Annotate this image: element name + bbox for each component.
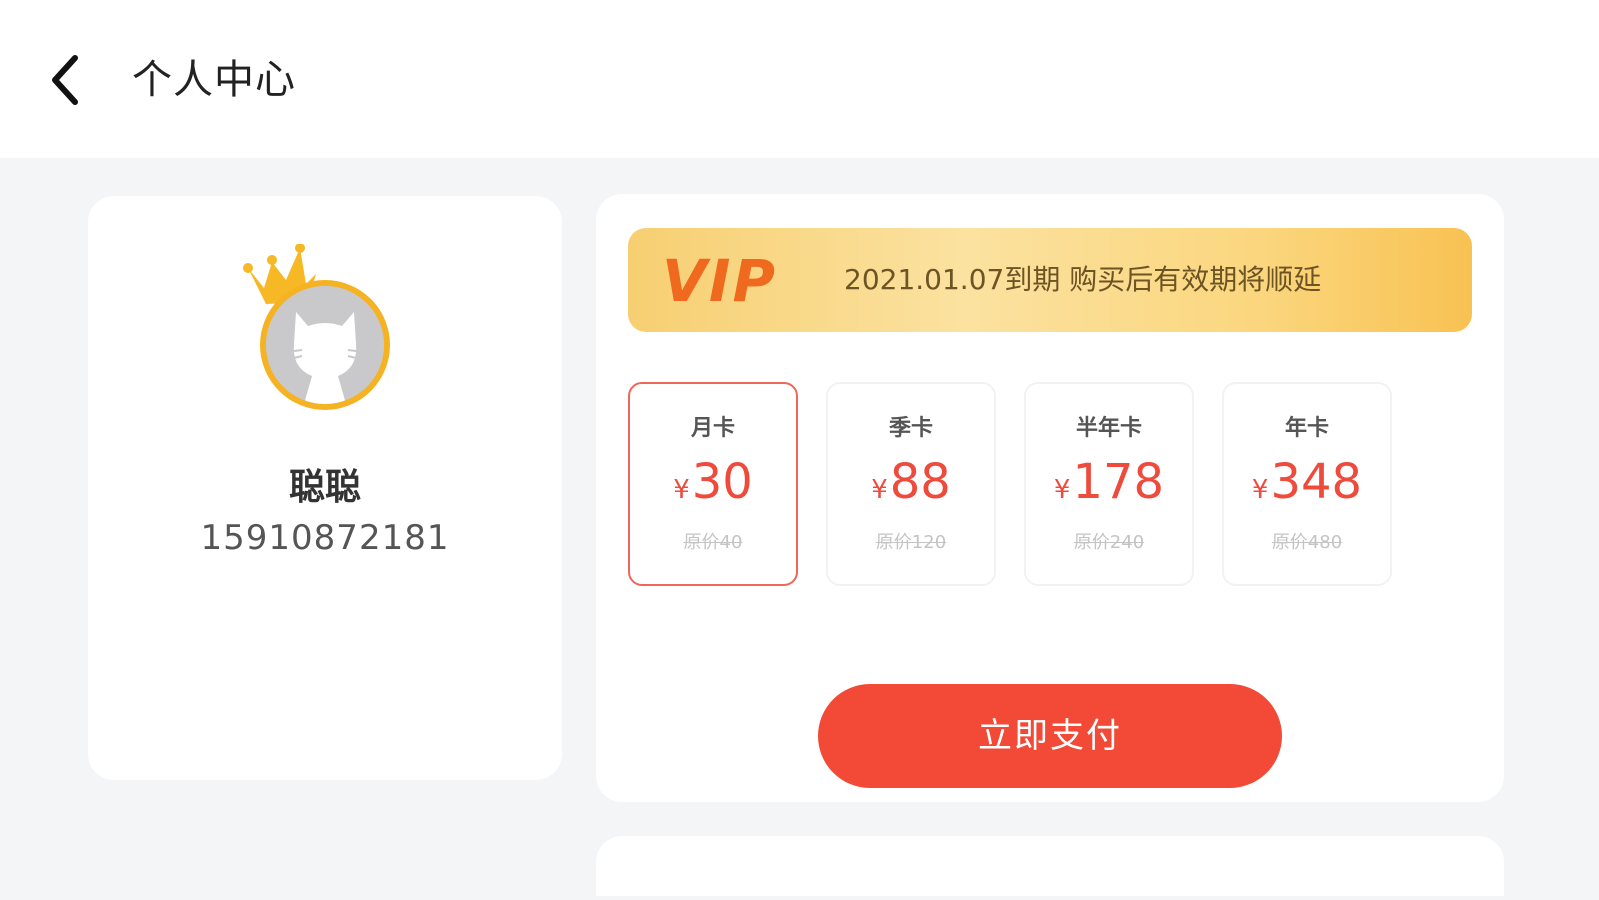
user-name: 聪聪 xyxy=(288,467,361,508)
avatar xyxy=(260,280,390,410)
vip-card: VIP 2021.01.07到期 购买后有效期将顺延 月卡 ¥30 原价40 季… xyxy=(596,194,1504,802)
pay-now-button[interactable]: 立即支付 xyxy=(818,684,1282,788)
plan-price: ¥30 xyxy=(630,454,796,518)
vip-banner: VIP 2021.01.07到期 购买后有效期将顺延 xyxy=(628,228,1472,332)
currency-symbol: ¥ xyxy=(1251,475,1269,505)
plan-price: ¥178 xyxy=(1026,454,1192,518)
plan-list: 月卡 ¥30 原价40 季卡 ¥88 原价120 半年卡 ¥178 原价240 … xyxy=(628,382,1428,592)
plan-monthly[interactable]: 月卡 ¥30 原价40 xyxy=(628,382,798,586)
vip-logo: VIP xyxy=(662,247,777,315)
plan-name: 季卡 xyxy=(888,416,933,441)
plan-price: ¥348 xyxy=(1224,454,1390,518)
plan-price-value: 348 xyxy=(1270,454,1363,510)
chevron-left-icon xyxy=(52,55,78,105)
plan-yearly[interactable]: 年卡 ¥348 原价480 xyxy=(1222,382,1392,586)
plan-price: ¥88 xyxy=(828,454,994,518)
currency-symbol: ¥ xyxy=(871,475,888,505)
plan-name: 半年卡 xyxy=(1075,416,1142,441)
plan-original-price: 原价240 xyxy=(1073,532,1145,553)
avatar-container[interactable] xyxy=(242,244,402,424)
plan-original-price: 原价40 xyxy=(683,532,743,553)
profile-card: 聪聪 15910872181 xyxy=(88,196,562,780)
next-card xyxy=(596,836,1504,896)
plan-original-price: 原价120 xyxy=(875,532,947,553)
plan-name: 月卡 xyxy=(690,416,735,441)
user-phone: 15910872181 xyxy=(200,518,450,558)
plan-original-price: 原价480 xyxy=(1271,532,1343,553)
back-button[interactable] xyxy=(40,50,90,110)
top-bar: 个人中心 xyxy=(0,0,1599,158)
plan-price-value: 88 xyxy=(889,454,951,510)
plan-price-value: 178 xyxy=(1072,454,1165,510)
vip-expiry-text: 2021.01.07到期 购买后有效期将顺延 xyxy=(844,263,1322,296)
plan-name: 年卡 xyxy=(1284,416,1329,441)
page-title: 个人中心 xyxy=(132,57,296,103)
plan-price-value: 30 xyxy=(691,454,753,510)
currency-symbol: ¥ xyxy=(673,475,690,505)
plan-half-year[interactable]: 半年卡 ¥178 原价240 xyxy=(1024,382,1194,586)
plan-quarterly[interactable]: 季卡 ¥88 原价120 xyxy=(826,382,996,586)
currency-symbol: ¥ xyxy=(1053,475,1071,505)
cat-avatar-icon xyxy=(266,286,384,404)
